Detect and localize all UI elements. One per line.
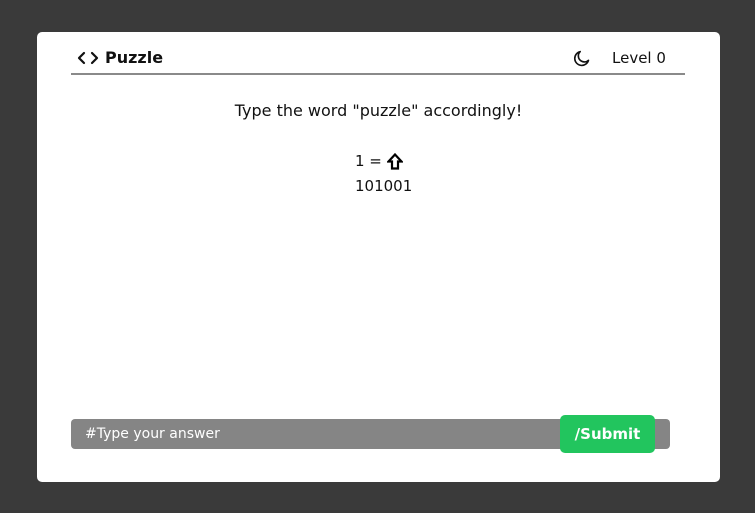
answer-form: /Submit bbox=[71, 415, 670, 453]
arrow-up-outline-icon bbox=[386, 152, 403, 170]
legend-key: 1 = bbox=[355, 152, 382, 170]
moon-icon bbox=[572, 48, 592, 68]
puzzle-instruction: Type the word "puzzle" accordingly! bbox=[234, 101, 523, 120]
code-legend: 1 = bbox=[355, 151, 403, 171]
code-brackets-icon bbox=[77, 51, 99, 65]
answer-input[interactable] bbox=[71, 419, 560, 449]
level-indicator: Level 0 bbox=[612, 49, 666, 67]
theme-toggle-button[interactable] bbox=[572, 48, 592, 68]
header: Puzzle Level 0 bbox=[71, 32, 685, 75]
puzzle-card: Puzzle Level 0 Type the word "puzzle" ac… bbox=[37, 32, 720, 482]
brand: Puzzle bbox=[77, 48, 163, 68]
submit-button[interactable]: /Submit bbox=[560, 415, 655, 453]
brand-title: Puzzle bbox=[105, 48, 164, 67]
puzzle-code: 101001 bbox=[355, 177, 413, 195]
